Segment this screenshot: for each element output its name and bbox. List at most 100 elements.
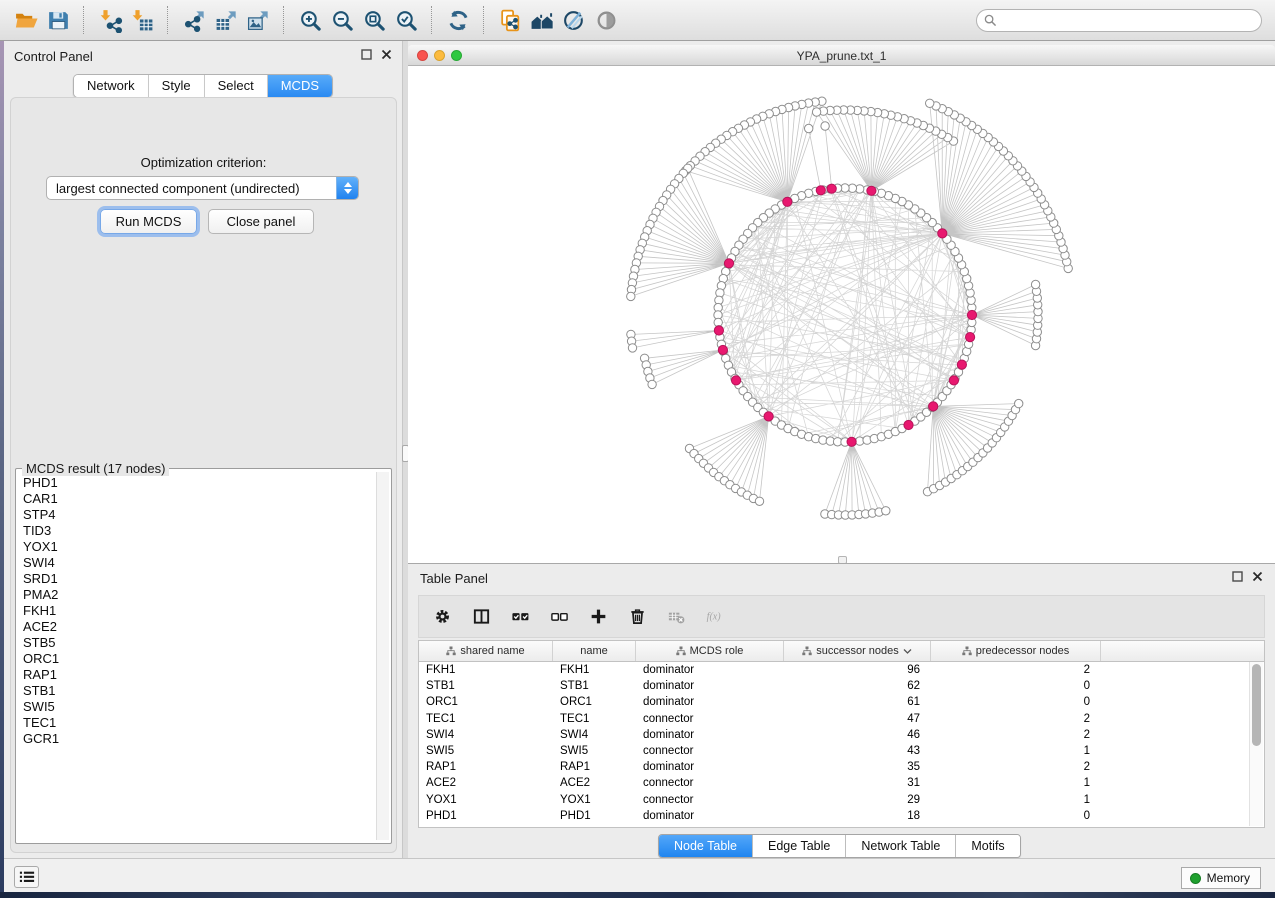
table-row[interactable]: RAP1RAP1dominator352 — [419, 759, 1264, 775]
graph-leaf-node[interactable] — [1015, 399, 1023, 407]
graph-leaf-node[interactable] — [821, 122, 829, 130]
mcds-result-item[interactable]: YOX1 — [23, 539, 376, 555]
graph-leaf-node[interactable] — [805, 124, 813, 132]
network-graph[interactable] — [408, 66, 1275, 563]
zoom-out-button[interactable] — [326, 4, 358, 36]
run-mcds-button[interactable]: Run MCDS — [100, 209, 197, 234]
graph-leaf-node[interactable] — [1031, 280, 1039, 288]
close-icon[interactable] — [381, 49, 392, 60]
table-row[interactable]: PHD1PHD1dominator180 — [419, 808, 1264, 824]
open-session-from-cloud-button[interactable] — [494, 4, 526, 36]
column-header-MCDS-role[interactable]: MCDS role — [636, 641, 784, 661]
mcds-result-item[interactable]: FKH1 — [23, 603, 376, 619]
mcds-result-item[interactable]: PHD1 — [23, 475, 376, 491]
export-table-button[interactable] — [210, 4, 242, 36]
graph-dominator-node[interactable] — [967, 310, 976, 319]
column-header-shared-name[interactable]: shared name — [419, 641, 553, 661]
memory-button[interactable]: Memory — [1181, 867, 1261, 889]
mcds-result-item[interactable]: RAP1 — [23, 667, 376, 683]
mcds-result-item[interactable]: SRD1 — [23, 571, 376, 587]
mcds-result-item[interactable]: TID3 — [23, 523, 376, 539]
optimization-criterion-select[interactable]: largest connected component (undirected) — [46, 176, 359, 200]
clear-table-button[interactable] — [665, 606, 687, 628]
graph-dominator-node[interactable] — [718, 345, 727, 354]
tab-node-table[interactable]: Node Table — [659, 835, 753, 857]
mcds-result-scrollbar[interactable] — [376, 472, 389, 840]
mcds-result-item[interactable]: STB5 — [23, 635, 376, 651]
mcds-result-item[interactable]: STP4 — [23, 507, 376, 523]
scrollbar-thumb[interactable] — [1252, 664, 1261, 746]
tab-mcds[interactable]: MCDS — [268, 75, 332, 97]
zoom-selected-button[interactable] — [390, 4, 422, 36]
tab-network[interactable]: Network — [74, 75, 149, 97]
graph-leaf-node[interactable] — [755, 497, 763, 505]
graph-dominator-node[interactable] — [827, 184, 836, 193]
save-session-button[interactable] — [42, 4, 74, 36]
unselect-all-button[interactable] — [548, 606, 570, 628]
search-input[interactable] — [976, 9, 1262, 32]
export-image-button[interactable] — [242, 4, 274, 36]
column-header-predecessor-nodes[interactable]: predecessor nodes — [931, 641, 1101, 661]
function-builder-button[interactable]: f(x) — [704, 606, 726, 628]
mcds-result-item[interactable]: ACE2 — [23, 619, 376, 635]
tab-select[interactable]: Select — [205, 75, 268, 97]
graph-dominator-node[interactable] — [732, 376, 741, 385]
graph-dominator-node[interactable] — [724, 259, 733, 268]
import-network-button[interactable] — [94, 4, 126, 36]
export-network-button[interactable] — [178, 4, 210, 36]
show-hide-graphics-details-button[interactable] — [558, 4, 590, 36]
select-all-button[interactable] — [509, 606, 531, 628]
graph-leaf-node[interactable] — [648, 380, 656, 388]
graph-leaf-node[interactable] — [627, 292, 635, 300]
table-row[interactable]: ORC1ORC1dominator610 — [419, 694, 1264, 710]
show-columns-button[interactable] — [470, 606, 492, 628]
close-icon[interactable] — [1252, 571, 1263, 582]
add-column-button[interactable] — [587, 606, 609, 628]
mcds-result-item[interactable]: PMA2 — [23, 587, 376, 603]
graph-dominator-node[interactable] — [764, 412, 773, 421]
refresh-button[interactable] — [442, 4, 474, 36]
float-window-icon[interactable] — [361, 49, 372, 60]
column-header-successor-nodes[interactable]: successor nodes — [784, 641, 931, 661]
graph-dominator-node[interactable] — [714, 326, 723, 335]
import-table-button[interactable] — [126, 4, 158, 36]
graph-dominator-node[interactable] — [957, 360, 966, 369]
graph-leaf-node[interactable] — [628, 344, 636, 352]
table-settings-button[interactable] — [431, 606, 453, 628]
table-row[interactable]: ACE2ACE2connector311 — [419, 775, 1264, 791]
delete-button[interactable] — [626, 606, 648, 628]
mcds-result-item[interactable]: CAR1 — [23, 491, 376, 507]
mcds-result-item[interactable]: STB1 — [23, 683, 376, 699]
graph-leaf-node[interactable] — [882, 507, 890, 515]
tab-edge-table[interactable]: Edge Table — [753, 835, 846, 857]
mcds-result-item[interactable]: SWI4 — [23, 555, 376, 571]
table-row[interactable]: STB1STB1dominator620 — [419, 678, 1264, 694]
close-panel-button[interactable]: Close panel — [208, 209, 314, 234]
mcds-result-item[interactable]: TEC1 — [23, 715, 376, 731]
return-to-home-button[interactable] — [526, 4, 558, 36]
table-row[interactable]: SWI5SWI5connector431 — [419, 743, 1264, 759]
column-header-name[interactable]: name — [553, 641, 636, 661]
zoom-in-button[interactable] — [294, 4, 326, 36]
table-row[interactable]: TEC1TEC1connector472 — [419, 711, 1264, 727]
network-canvas[interactable] — [408, 66, 1275, 563]
tab-style[interactable]: Style — [149, 75, 205, 97]
graph-dominator-node[interactable] — [938, 229, 947, 238]
float-window-icon[interactable] — [1232, 571, 1243, 582]
mcds-result-item[interactable]: SWI5 — [23, 699, 376, 715]
network-window-titlebar[interactable]: YPA_prune.txt_1 — [408, 45, 1275, 66]
graph-dominator-node[interactable] — [783, 197, 792, 206]
table-row[interactable]: SWI4SWI4dominator462 — [419, 727, 1264, 743]
zoom-fit-button[interactable] — [358, 4, 390, 36]
graph-leaf-node[interactable] — [812, 108, 820, 116]
graph-dominator-node[interactable] — [929, 402, 938, 411]
graph-leaf-node[interactable] — [926, 99, 934, 107]
graph-dominator-node[interactable] — [904, 420, 913, 429]
task-history-button[interactable] — [14, 866, 39, 888]
bird-eye-view-button[interactable] — [590, 4, 622, 36]
open-file-button[interactable] — [10, 4, 42, 36]
graph-dominator-node[interactable] — [847, 437, 856, 446]
graph-dominator-node[interactable] — [966, 333, 975, 342]
table-row[interactable]: YOX1YOX1connector291 — [419, 792, 1264, 808]
table-row[interactable]: FKH1FKH1dominator962 — [419, 662, 1264, 678]
